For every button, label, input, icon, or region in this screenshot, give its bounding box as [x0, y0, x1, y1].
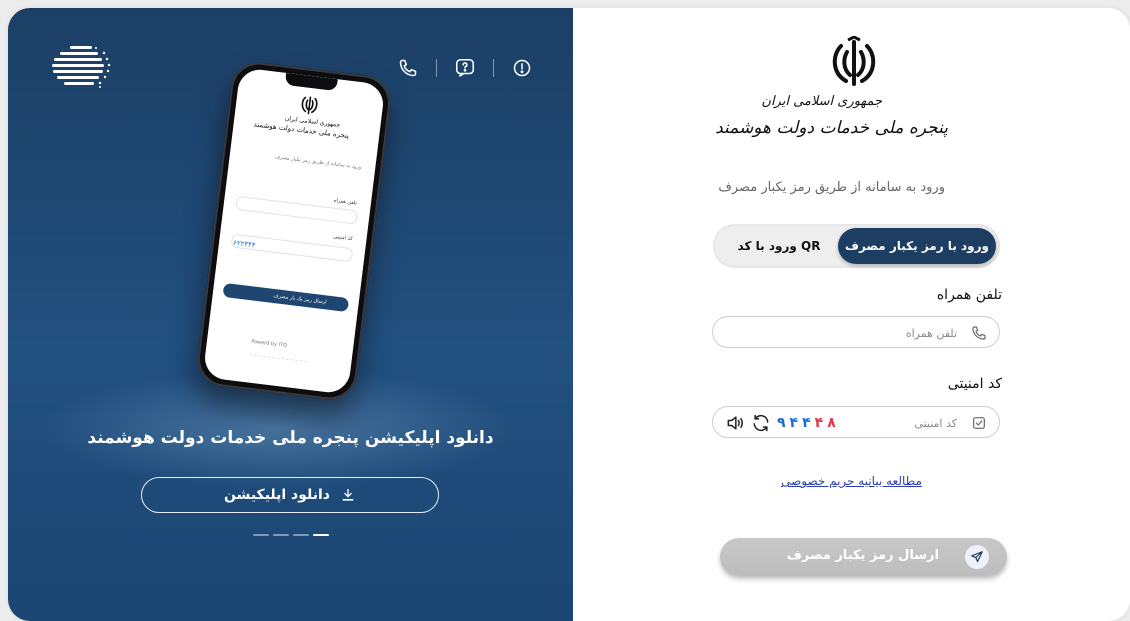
phone-send-button: ارسال رمز یک بار مصرف [222, 282, 350, 313]
phone-icon [972, 326, 986, 340]
carousel-dot[interactable] [253, 534, 269, 536]
promo-top-icons [396, 54, 534, 82]
carousel-dot-active[interactable] [313, 534, 329, 536]
phone-field-label: تلفن همراه [936, 287, 1002, 303]
globe-logo-icon [52, 46, 111, 88]
captcha-image: ۹ ۴ ۴ ۴ ۸ [777, 415, 836, 431]
tab-qr-login[interactable]: ورود با کد QR [721, 228, 837, 264]
captcha-digit: ۴ [789, 415, 799, 431]
audio-captcha-icon[interactable] [725, 413, 745, 433]
carousel-dot[interactable] [273, 534, 289, 536]
send-otp-label: ارسال رمز یکبار مصرف [786, 548, 939, 563]
brand-line2: پنجره ملی خدمات دولت هوشمند [715, 118, 948, 138]
captcha-field: ۹ ۴ ۴ ۴ ۸ [712, 406, 1000, 438]
divider [493, 59, 494, 77]
checkbox-icon [973, 417, 985, 429]
captcha-digit: ۴ [802, 415, 811, 431]
download-icon [342, 489, 354, 501]
download-app-button[interactable]: دانلود اپلیکیشن [141, 477, 439, 513]
refresh-captcha-icon[interactable] [751, 413, 771, 433]
phone-notch [284, 72, 338, 92]
emblem-icon [301, 96, 318, 115]
phone-phone-label: تلفن همراه [333, 197, 358, 207]
captcha-digit: ۴ [814, 415, 824, 431]
captcha-controls: ۹ ۴ ۴ ۴ ۸ [725, 412, 836, 434]
send-icon [971, 551, 983, 563]
phone-input[interactable] [835, 323, 959, 343]
login-subtitle: ورود به سامانه از طریق رمز یکبار مصرف [718, 180, 945, 195]
send-icon-circle [965, 545, 989, 569]
captcha-digit: ۹ [777, 415, 786, 431]
phone-screen: جمهوری اسلامی ایران پنجره ملی خدمات دولت… [202, 67, 386, 395]
phone-icon[interactable] [396, 56, 420, 80]
download-label: دانلود اپلیکیشن [224, 487, 330, 503]
captcha-digit: ۸ [827, 415, 836, 431]
login-card: جمهوری اسلامی ایران پنجره ملی خدمات دولت… [8, 8, 1130, 621]
divider [436, 59, 437, 77]
send-otp-button[interactable]: ارسال رمز یکبار مصرف [720, 538, 1007, 576]
login-panel: جمهوری اسلامی ایران پنجره ملی خدمات دولت… [573, 8, 1130, 621]
login-method-tabs: ورود با رمز یکبار مصرف ورود با کد QR [713, 224, 1000, 268]
captcha-input[interactable] [865, 413, 959, 433]
phone-captcha-label: کد امنیتی [332, 233, 353, 243]
phone-footer: — — — — — — — — — — — — — [248, 352, 308, 364]
info-icon[interactable] [510, 56, 534, 80]
captcha-field-label: کد امنیتی [947, 376, 1002, 392]
help-icon[interactable] [453, 56, 477, 80]
tab-otp-login[interactable]: ورود با رمز یکبار مصرف [838, 228, 996, 264]
phone-mockup: جمهوری اسلامی ایران پنجره ملی خدمات دولت… [194, 59, 394, 403]
app-promo-panel: جمهوری اسلامی ایران پنجره ملی خدمات دولت… [8, 8, 573, 621]
phone-field [712, 316, 1000, 348]
iran-emblem-icon [832, 36, 876, 86]
privacy-policy-link[interactable]: مطالعه بیانیه حریم خصوصی [573, 474, 1130, 488]
phone-powered-by: Powerd by ITO [250, 338, 288, 349]
promo-title: دانلود اپلیکیشن پنجره ملی خدمات دولت هوش… [87, 428, 494, 448]
brand-line1: جمهوری اسلامی ایران [761, 94, 882, 109]
carousel-dots [253, 534, 329, 536]
phone-subtitle: ورود به سامانه از طریق رمز یکبار مصرف [274, 154, 362, 171]
carousel-dot[interactable] [293, 534, 309, 536]
